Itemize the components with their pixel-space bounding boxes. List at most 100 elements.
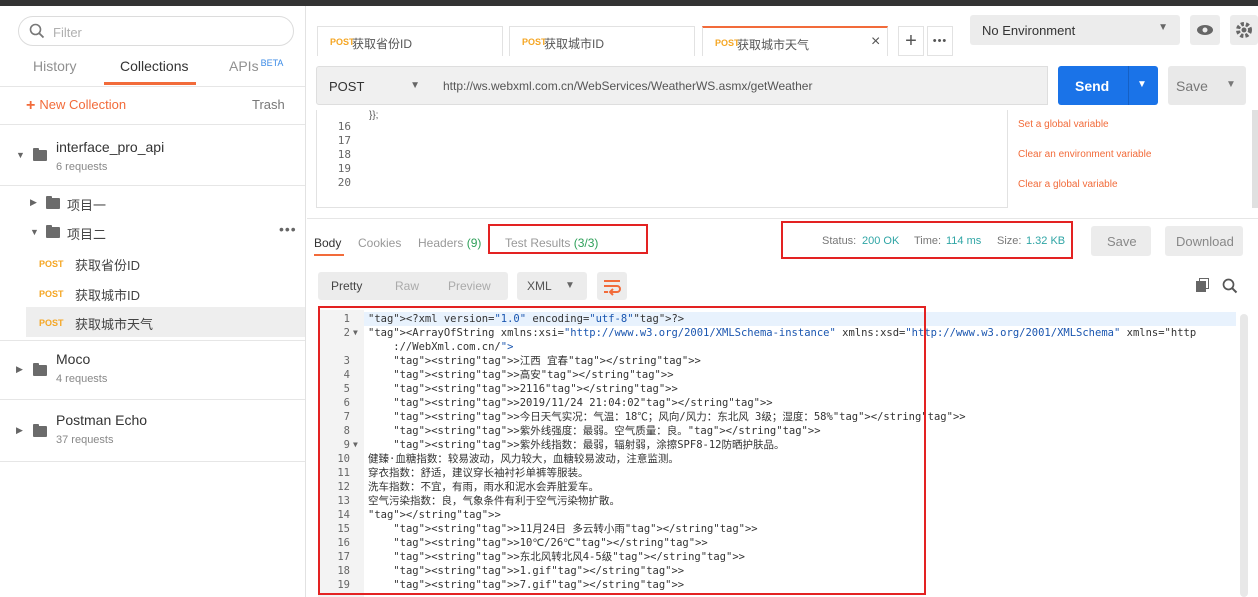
snippet-clear-env[interactable]: Clear an environment variable [1018,149,1151,160]
chevron-down-icon: ▼ [410,80,420,91]
download-button[interactable]: Download [1165,226,1243,256]
scrollbar[interactable] [1252,110,1258,208]
collection-count: 4 requests [56,373,108,385]
snippet-clear-global[interactable]: Clear a global variable [1018,179,1118,190]
request-tab-3[interactable]: POST 获取城市天气 × [702,26,888,56]
chevron-down-icon[interactable]: ▼ [1226,79,1236,90]
line-number: 16 [337,120,351,133]
chevron-down-icon: ▼ [565,280,575,291]
caret-down-icon: ▼ [30,227,39,237]
new-collection-label: New Collection [39,97,127,112]
settings-button[interactable] [1230,15,1258,45]
collection-name: Moco [56,351,91,367]
save-response-button[interactable]: Save [1091,226,1151,256]
method-badge: POST [39,289,64,299]
divider [0,86,305,87]
tab-history[interactable]: History [33,58,77,74]
method-badge: POST [715,38,740,48]
tab-apis[interactable]: APIs BETA [229,58,283,74]
response-tab-cookies[interactable]: Cookies [358,236,401,250]
url-input[interactable]: http://ws.webxml.com.cn/WebServices/Weat… [432,66,1048,105]
send-button[interactable]: Send ▼ [1058,66,1158,105]
collection-count: 37 requests [56,434,114,446]
add-tab-icon[interactable]: + [898,26,924,56]
method-select[interactable]: POST ▼ [316,66,433,105]
response-tab-body[interactable]: Body [314,236,341,250]
request-tab-2[interactable]: POST 获取城市ID [509,26,695,56]
tab-collections[interactable]: Collections [120,58,188,74]
request-item[interactable]: POST 获取城市ID [26,279,305,307]
collection-interface-pro-api[interactable]: ▼ interface_pro_api 6 requests [0,125,305,185]
search-placeholder: Filter [53,25,82,40]
collection-name: interface_pro_api [56,139,165,155]
plus-icon: + [26,97,36,114]
save-button[interactable]: Save ▼ [1168,66,1246,105]
caret-right-icon: ▶ [16,425,23,435]
method-label: POST [329,79,365,94]
copy-icon[interactable] [1196,278,1210,292]
folder-name: 项目二 [67,227,107,242]
format-raw[interactable]: Raw [395,279,419,293]
line-number: 17 [337,134,351,147]
search-input[interactable]: Filter [18,16,294,46]
divider [0,461,305,462]
format-preview[interactable]: Preview [448,279,491,293]
folder-name: 项目一 [67,198,107,213]
method-badge: POST [522,37,547,47]
collection-postman-echo[interactable]: ▶ Postman Echo 37 requests [0,403,305,459]
wrap-lines-button[interactable] [597,272,627,300]
request-name: 获取省份ID [75,258,141,273]
response-tab-headers[interactable]: Headers (9) [418,236,481,250]
trash-button[interactable]: Trash [252,97,285,112]
url-value: http://ws.webxml.com.cn/WebServices/Weat… [443,79,813,93]
sidebar: Filter History Collections APIs BETA + New… [0,6,306,597]
tab-title: 获取城市ID [544,37,605,51]
more-tabs-icon[interactable]: ••• [927,26,953,56]
request-item[interactable]: POST 获取省份ID [26,249,305,277]
editor-fragment: }}; [369,110,379,121]
scrollbar[interactable] [1240,314,1248,597]
line-number: 18 [337,148,351,161]
more-options-icon[interactable]: ••• [279,221,297,237]
divider [0,185,305,186]
folder-icon [33,148,47,161]
format-toggle: Pretty Raw Preview [318,272,508,300]
folder-icon [33,424,47,437]
save-label: Save [1176,78,1208,94]
close-icon[interactable]: × [871,33,880,51]
snippet-set-global[interactable]: Set a global variable [1018,119,1109,130]
language-select[interactable]: XML ▼ [517,272,587,300]
chevron-down-icon[interactable]: ▼ [1137,79,1147,90]
tests-editor[interactable]: }}; 16 17 18 19 20 [316,110,1008,208]
collection-moco[interactable]: ▶ Moco 4 requests [0,342,305,398]
environment-label: No Environment [982,23,1076,38]
active-tab-indicator [104,82,196,85]
wrap-icon [604,280,621,296]
request-name: 获取城市ID [75,288,141,303]
request-item-selected[interactable]: POST 获取城市天气 [26,307,305,337]
folder-item-2[interactable]: ▼ 项目二 ••• [0,218,305,246]
request-name: 获取城市天气 [75,317,154,332]
search-icon [29,23,45,39]
beta-badge: BETA [260,58,284,68]
highlight-box [488,224,648,254]
format-pretty[interactable]: Pretty [331,279,362,293]
method-badge: POST [39,259,64,269]
new-collection-button[interactable]: + New Collection [26,97,126,115]
request-tab-1[interactable]: POST 获取省份ID [317,26,503,56]
caret-right-icon: ▶ [30,197,37,207]
search-icon[interactable] [1222,278,1238,294]
folder-icon [33,363,47,376]
eye-icon [1197,25,1213,35]
line-number: 19 [337,162,351,175]
divider [0,340,305,341]
folder-item-1[interactable]: ▶ 项目一 [0,189,305,217]
language-label: XML [527,279,552,293]
send-divider [1128,66,1129,105]
caret-down-icon: ▼ [16,150,25,160]
divider [307,218,1258,219]
environment-select[interactable]: No Environment ▼ [970,15,1180,45]
environment-quick-look-button[interactable] [1190,15,1220,45]
tab-apis-label: APIs [229,58,259,74]
folder-icon [46,225,60,238]
